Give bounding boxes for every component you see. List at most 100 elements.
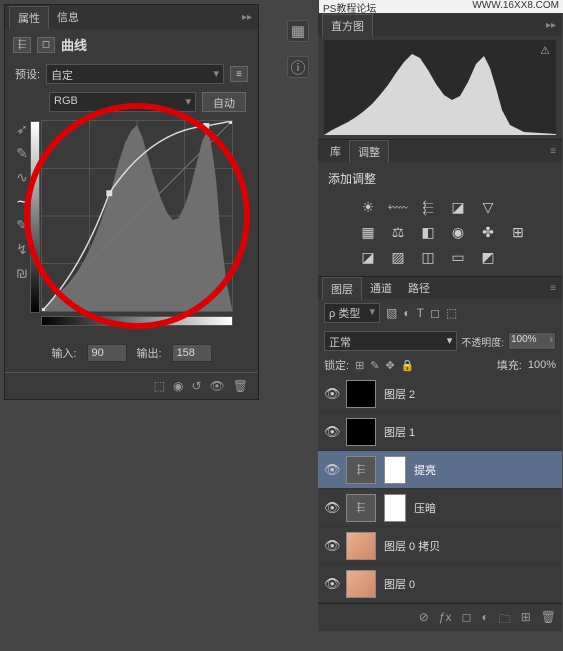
reset-icon[interactable]: ↺ xyxy=(191,379,201,393)
visibility-icon[interactable]: 👁 xyxy=(324,462,338,478)
curve-graph[interactable] xyxy=(41,120,233,312)
tab-histogram[interactable]: 直方图 xyxy=(322,14,373,37)
tab-properties[interactable]: 属性 xyxy=(9,6,49,29)
hue-icon[interactable]: ▦ xyxy=(358,224,378,241)
bw-icon[interactable]: ◧ xyxy=(418,224,438,241)
opacity-value[interactable]: 100% xyxy=(508,332,556,350)
clip-to-layer-icon[interactable]: ⬚ xyxy=(154,379,165,393)
selective-color-icon[interactable]: ◩ xyxy=(478,249,498,266)
layer-item[interactable]: 👁 图层 2 xyxy=(318,375,562,413)
layer-name[interactable]: 压暗 xyxy=(414,500,436,516)
tab-layers[interactable]: 图层 xyxy=(322,277,362,300)
preset-label: 预设: xyxy=(15,66,40,82)
layer-item[interactable]: 👁 ⬱ 压暗 xyxy=(318,489,562,527)
layer-thumb-image[interactable] xyxy=(346,570,376,598)
link-layers-icon[interactable]: ⊘ xyxy=(419,610,429,625)
output-value[interactable]: 158 xyxy=(172,344,212,362)
info-dock-icon[interactable]: ⓘ xyxy=(287,56,309,78)
threshold-icon[interactable]: ◫ xyxy=(418,249,438,266)
hist-toggle-icon[interactable]: ₪ xyxy=(13,264,31,282)
preset-select[interactable]: 自定 xyxy=(46,64,224,84)
levels-icon[interactable]: ⬳ xyxy=(388,199,408,216)
fill-value[interactable]: 100% xyxy=(528,359,556,371)
smooth-icon[interactable]: ∿ xyxy=(13,168,31,186)
visibility-icon[interactable]: 👁 xyxy=(324,386,338,402)
histogram-canvas[interactable]: ⚠ xyxy=(324,40,556,135)
filter-adjust-icon[interactable]: ◐ xyxy=(403,306,410,320)
new-fill-icon[interactable]: ◐ xyxy=(481,610,488,625)
invert-icon[interactable]: ◪ xyxy=(358,249,378,266)
curve-tool-icon[interactable]: ∼ xyxy=(13,192,31,210)
layer-item[interactable]: 👁 图层 1 xyxy=(318,413,562,451)
color-balance-icon[interactable]: ⚖ xyxy=(388,224,408,241)
filter-shape-icon[interactable]: ◻ xyxy=(430,306,440,320)
pencil-tool-icon[interactable]: ✎ xyxy=(13,216,31,234)
white-sampler-icon[interactable]: ✎ xyxy=(13,144,31,162)
visibility-icon[interactable]: 👁 xyxy=(324,576,338,592)
brightness-icon[interactable]: ☀ xyxy=(358,199,378,216)
channel-select[interactable]: RGB xyxy=(49,92,196,112)
gradient-map-icon[interactable]: ▭ xyxy=(448,249,468,266)
layer-style-icon[interactable]: ƒx xyxy=(439,610,452,625)
layer-mask[interactable] xyxy=(384,456,406,484)
histogram-warning-icon[interactable]: ⚠ xyxy=(540,44,550,57)
layer-thumb-curves[interactable]: ⬱ xyxy=(346,456,376,484)
layer-name[interactable]: 图层 0 xyxy=(384,576,415,592)
blend-mode-select[interactable]: 正常 xyxy=(324,331,457,351)
adjust-menu-icon[interactable]: ≡ xyxy=(544,144,562,159)
lock-pixels-icon[interactable]: ✎ xyxy=(370,359,379,372)
layer-item-selected[interactable]: 👁 ⬱ 提亮 xyxy=(318,451,562,489)
layer-name[interactable]: 提亮 xyxy=(414,462,436,478)
filter-kind-select[interactable]: ρ 类型 xyxy=(324,303,380,323)
layer-name[interactable]: 图层 1 xyxy=(384,424,415,440)
collapse-icon[interactable]: ▸▸ xyxy=(236,10,258,25)
visibility-icon[interactable]: 👁 xyxy=(324,538,338,554)
filter-pixel-icon[interactable]: ▧ xyxy=(386,306,397,320)
filter-type-icon[interactable]: T xyxy=(417,306,424,320)
lock-icon[interactable]: 🔒 xyxy=(401,359,415,372)
visibility-icon[interactable]: 👁 xyxy=(324,500,338,516)
layer-name[interactable]: 图层 0 拷贝 xyxy=(384,538,440,554)
exposure-icon[interactable]: ◪ xyxy=(448,199,468,216)
point-sampler-icon[interactable]: ➶ xyxy=(13,120,31,138)
input-value[interactable]: 90 xyxy=(87,344,127,362)
layer-thumb[interactable] xyxy=(346,418,376,446)
delete-icon[interactable]: 🗑 xyxy=(233,379,248,393)
clip-icon[interactable]: ↯ xyxy=(13,240,31,258)
filter-smart-icon[interactable]: ⬚ xyxy=(446,306,457,320)
lut-icon[interactable]: ⊞ xyxy=(508,224,528,241)
layer-thumb-curves[interactable]: ⬱ xyxy=(346,494,376,522)
lock-all-icon[interactable]: ⊞ xyxy=(355,359,364,372)
view-previous-icon[interactable]: ◉ xyxy=(173,379,183,393)
layer-name[interactable]: 图层 2 xyxy=(384,386,415,402)
histogram-collapse-icon[interactable]: ▸▸ xyxy=(540,18,562,33)
layer-thumb-image[interactable] xyxy=(346,532,376,560)
layer-item[interactable]: 👁 图层 0 xyxy=(318,565,562,603)
tab-library[interactable]: 库 xyxy=(322,140,349,162)
mask-icon[interactable]: ◻ xyxy=(37,37,55,53)
curves-icon: ⬱ xyxy=(13,37,31,53)
photo-filter-icon[interactable]: ◉ xyxy=(448,224,468,241)
layer-mask[interactable] xyxy=(384,494,406,522)
vibrance-icon[interactable]: ▽ xyxy=(478,199,498,216)
delete-layer-icon[interactable]: 🗑 xyxy=(541,610,556,625)
layers-menu-icon[interactable]: ≡ xyxy=(544,281,562,296)
curves-adj-icon[interactable]: ⬱ xyxy=(418,199,438,216)
new-group-icon[interactable]: 🗀 xyxy=(499,610,511,625)
posterize-icon[interactable]: ▨ xyxy=(388,249,408,266)
preset-menu-icon[interactable]: ≡ xyxy=(230,66,248,82)
tab-channels[interactable]: 通道 xyxy=(362,277,400,299)
tab-paths[interactable]: 路径 xyxy=(400,277,438,299)
lock-pos-icon[interactable]: ✥ xyxy=(386,359,395,372)
add-mask-icon[interactable]: ◻ xyxy=(461,610,471,625)
tab-info[interactable]: 信息 xyxy=(49,6,87,28)
auto-button[interactable]: 自动 xyxy=(202,92,246,112)
tab-adjustments[interactable]: 调整 xyxy=(349,140,389,163)
new-layer-icon[interactable]: ⊞ xyxy=(521,610,531,625)
swatch-dock-icon[interactable]: ▦ xyxy=(287,20,309,42)
layer-thumb[interactable] xyxy=(346,380,376,408)
channel-mixer-icon[interactable]: ✤ xyxy=(478,224,498,241)
layer-item[interactable]: 👁 图层 0 拷贝 xyxy=(318,527,562,565)
visibility-toggle-icon[interactable]: 👁 xyxy=(210,379,225,393)
visibility-icon[interactable]: 👁 xyxy=(324,424,338,440)
